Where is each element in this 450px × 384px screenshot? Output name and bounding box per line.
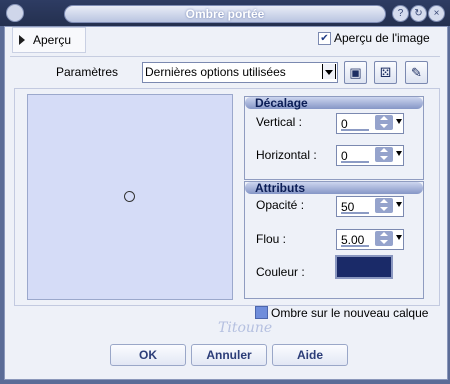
close-icon[interactable]: ×: [428, 5, 445, 22]
blur-slider-bar[interactable]: [341, 245, 369, 247]
vertical-input[interactable]: 0: [336, 113, 404, 134]
preview-toggle-label: Aperçu: [33, 33, 72, 47]
offset-group-header: Décalage: [245, 96, 423, 110]
presets-dropdown[interactable]: Dernières options utilisées: [142, 62, 338, 83]
color-swatch[interactable]: [335, 255, 393, 279]
horizontal-dropdown-icon[interactable]: [396, 151, 402, 156]
horizontal-label: Horizontal :: [256, 148, 317, 162]
blur-label: Flou :: [256, 232, 287, 246]
attributes-group-header: Attributs: [245, 181, 423, 195]
cancel-button[interactable]: Annuler: [191, 344, 267, 366]
presets-label: Paramètres: [56, 65, 119, 79]
offset-group-title: Décalage: [255, 96, 308, 110]
vertical-label: Vertical :: [256, 115, 303, 129]
blur-spin-icon[interactable]: [375, 231, 393, 246]
horizontal-spin-icon[interactable]: [375, 147, 393, 162]
save-icon[interactable]: ▣: [344, 61, 367, 84]
divider: [10, 56, 440, 57]
vertical-spin-icon[interactable]: [375, 115, 393, 130]
vertical-dropdown-icon[interactable]: [396, 119, 402, 124]
color-label: Couleur :: [256, 265, 305, 279]
opacity-dropdown-icon[interactable]: [396, 202, 402, 207]
opacity-input[interactable]: 50: [336, 196, 404, 217]
offset-handle[interactable]: [124, 191, 135, 202]
new-layer-label: Ombre sur le nouveau calque: [271, 306, 429, 320]
title-bar[interactable]: Ombre portée ? ↻ ×: [0, 0, 450, 26]
new-layer-checkbox[interactable]: [255, 306, 268, 319]
attributes-group: Attributs Opacité : 50 Flou : 5.00 Coule…: [244, 181, 424, 299]
help-icon[interactable]: ?: [392, 5, 409, 22]
expand-triangle-icon: [19, 35, 25, 45]
image-preview-checkbox[interactable]: ✔: [318, 32, 331, 45]
offset-group: Décalage Vertical : 0 Horizontal : 0: [244, 96, 424, 180]
window-title: Ombre portée: [64, 5, 386, 23]
opacity-label: Opacité :: [256, 198, 305, 212]
opacity-slider-bar[interactable]: [341, 212, 369, 214]
preview-area[interactable]: [27, 94, 233, 300]
image-preview-label: Aperçu de l'image: [334, 31, 430, 45]
dialog-window: Ombre portée ? ↻ × Aperçu ✔ Aperçu de l'…: [0, 0, 450, 384]
attributes-group-title: Attributs: [255, 181, 305, 195]
system-menu-icon[interactable]: [6, 4, 24, 22]
ok-button[interactable]: OK: [110, 344, 186, 366]
reset-icon[interactable]: ✎: [405, 61, 428, 84]
blur-dropdown-icon[interactable]: [396, 235, 402, 240]
blur-input[interactable]: 5.00: [336, 229, 404, 250]
presets-selected: Dernières options utilisées: [145, 65, 286, 79]
random-icon[interactable]: ⚄: [374, 61, 397, 84]
vertical-slider-bar[interactable]: [341, 129, 369, 131]
help-button[interactable]: Aide: [272, 344, 348, 366]
horizontal-input[interactable]: 0: [336, 145, 404, 166]
chevron-down-icon[interactable]: [322, 64, 336, 79]
settings-icon[interactable]: ↻: [410, 5, 427, 22]
horizontal-slider-bar[interactable]: [341, 161, 369, 163]
signature-watermark: Titoune: [218, 320, 273, 336]
preview-toggle-button[interactable]: Aperçu: [12, 27, 86, 53]
opacity-spin-icon[interactable]: [375, 198, 393, 213]
